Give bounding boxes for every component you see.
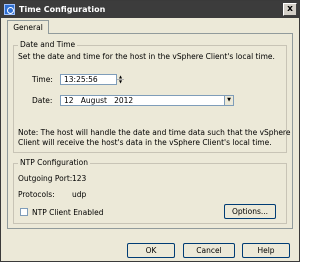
date-time-description: Set the date and time for the host in th… (18, 52, 275, 61)
protocols-value: udp (72, 190, 87, 199)
app-icon (4, 4, 15, 15)
date-picker[interactable]: 12 August 2012 ▼ (60, 95, 234, 106)
window-title: Time Configuration (19, 5, 106, 14)
date-value: 12 August 2012 (64, 96, 134, 105)
time-value: 13:25:56 (64, 75, 98, 84)
time-label: Time: (32, 75, 53, 84)
ntp-client-enabled-label[interactable]: NTP Client Enabled (32, 208, 104, 217)
ok-button[interactable]: OK (127, 243, 175, 258)
tab-general[interactable]: General (7, 20, 49, 34)
time-spinner[interactable]: ▲ ▼ (116, 74, 124, 85)
chevron-down-icon[interactable]: ▼ (224, 95, 234, 106)
close-button[interactable]: x (283, 3, 297, 16)
outgoing-port-label: Outgoing Port: (18, 174, 73, 183)
ntp-configuration-group: NTP Configuration Outgoing Port: 123 Pro… (13, 158, 287, 224)
note-line-1: Note: The host will handle the date and … (18, 128, 291, 137)
cancel-button[interactable]: Cancel (183, 243, 235, 258)
date-time-group-title: Date and Time (18, 40, 78, 49)
outgoing-port-value: 123 (72, 174, 87, 183)
protocols-label: Protocols: (18, 190, 55, 199)
date-time-group: Date and Time Set the date and time for … (13, 40, 291, 153)
time-input[interactable]: 13:25:56 ▲ ▼ (60, 74, 124, 85)
options-button[interactable]: Options... (224, 204, 276, 219)
ntp-client-enabled-checkbox[interactable] (20, 208, 28, 216)
date-label: Date: (32, 96, 53, 105)
general-tab-panel: Date and Time Set the date and time for … (7, 33, 293, 229)
title-bar: Time Configuration x (1, 1, 299, 18)
spin-down-icon[interactable]: ▼ (117, 79, 124, 84)
note-line-2: Client will receive the host's data in t… (18, 138, 272, 147)
time-configuration-dialog: Time Configuration x General Date and Ti… (0, 0, 300, 262)
ntp-group-title: NTP Configuration (18, 158, 90, 167)
help-button[interactable]: Help (242, 243, 290, 258)
